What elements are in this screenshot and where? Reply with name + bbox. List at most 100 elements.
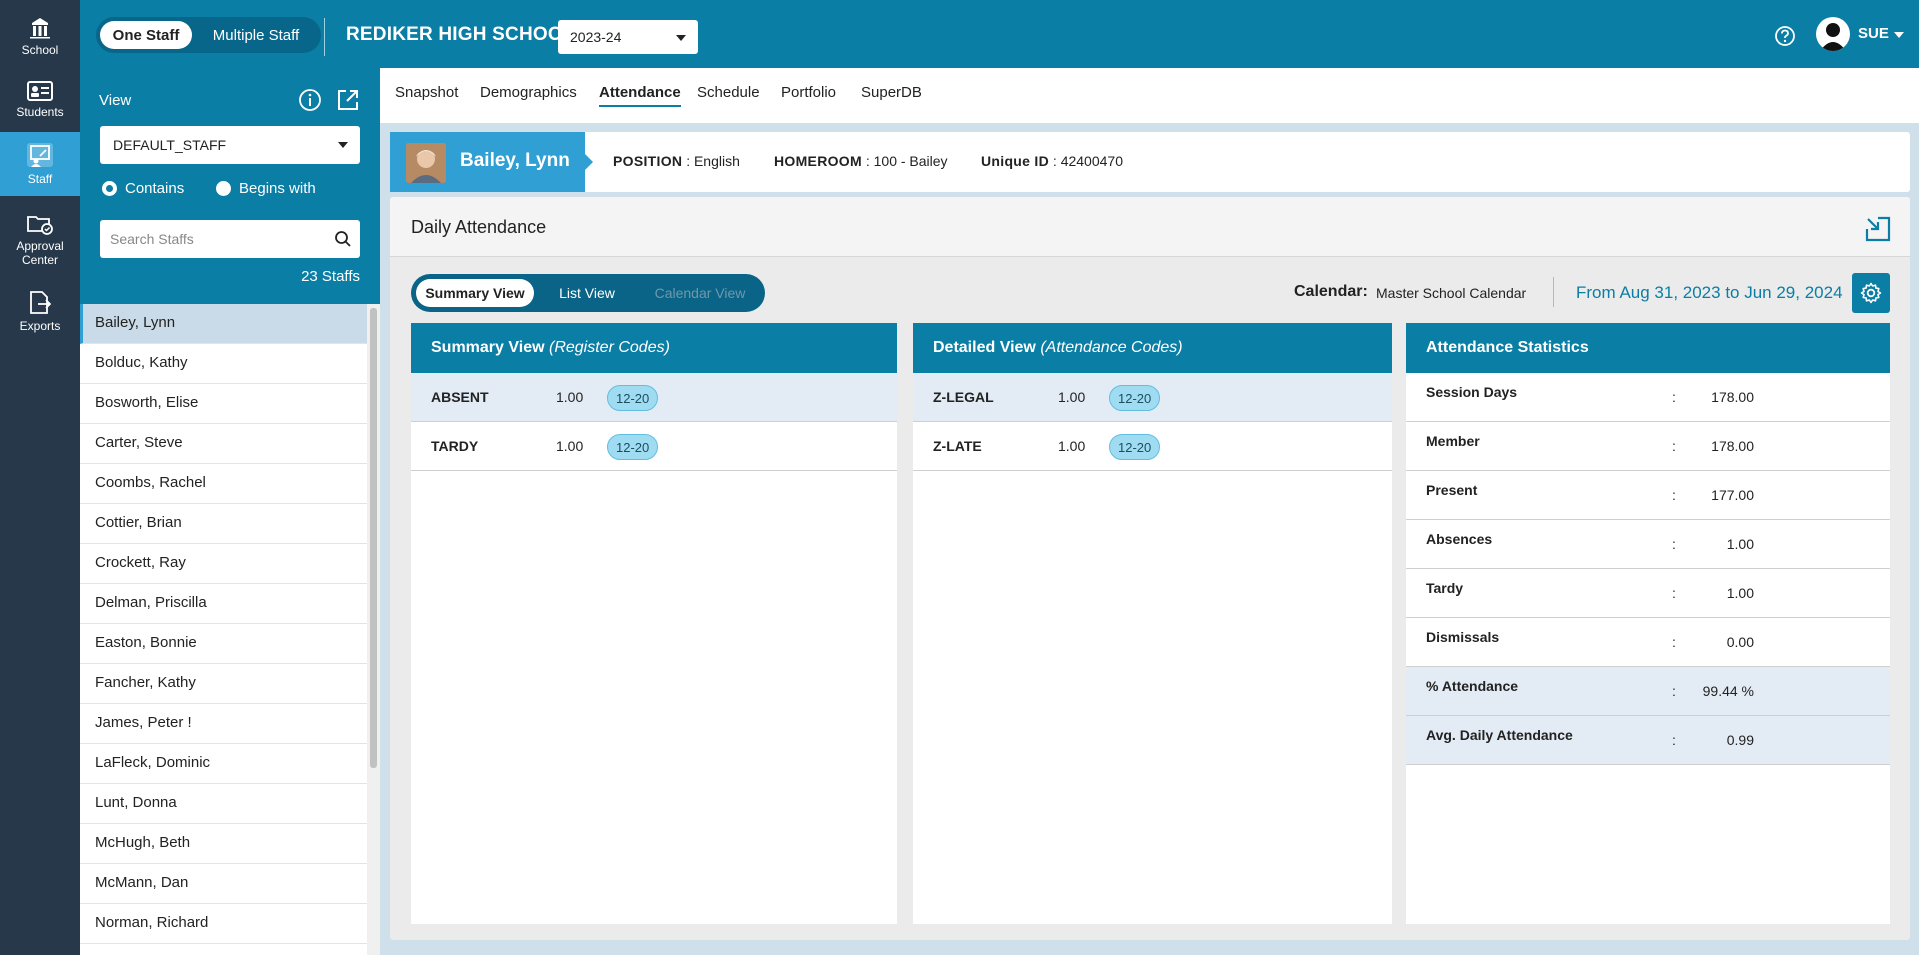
rail-approval-center[interactable]: Approval Center bbox=[0, 205, 80, 275]
info-icon[interactable] bbox=[298, 88, 322, 112]
staff-profile-strip: Bailey, Lynn POSITION : English HOMEROOM… bbox=[390, 132, 1910, 192]
tab-snapshot[interactable]: Snapshot bbox=[395, 84, 458, 105]
rail-label: Students bbox=[16, 105, 64, 119]
table-row[interactable]: ABSENT 1.00 12-20 bbox=[411, 373, 897, 422]
pane-header: Summary View (Register Codes) bbox=[411, 323, 897, 373]
scrollbar-thumb[interactable] bbox=[370, 308, 377, 768]
list-item[interactable]: Bailey, Lynn bbox=[80, 304, 367, 344]
list-item[interactable]: Easton, Bonnie bbox=[80, 624, 367, 664]
radio-contains[interactable]: Contains bbox=[102, 180, 184, 197]
stat-colon: : bbox=[1672, 487, 1676, 503]
gear-icon bbox=[1860, 282, 1882, 304]
stat-colon: : bbox=[1672, 683, 1676, 699]
list-item[interactable]: Fancher, Kathy bbox=[80, 664, 367, 704]
list-item[interactable]: Carter, Steve bbox=[80, 424, 367, 464]
position-field: POSITION : English bbox=[613, 153, 740, 169]
rail-label: School bbox=[21, 43, 59, 57]
position-label: POSITION bbox=[613, 153, 683, 169]
popout-icon[interactable] bbox=[336, 88, 360, 112]
list-item[interactable]: Crockett, Ray bbox=[80, 544, 367, 584]
year-select[interactable]: 2023-24 bbox=[558, 20, 698, 54]
table-row[interactable]: TARDY 1.00 12-20 bbox=[411, 422, 897, 471]
left-rail: School Students Staff Approval Center Ex… bbox=[0, 0, 80, 955]
chevron-down-icon bbox=[676, 35, 686, 41]
staff-name: Bailey, Lynn bbox=[460, 150, 570, 171]
list-item[interactable]: LaFleck, Dominic bbox=[80, 744, 367, 784]
date-tag[interactable]: 12-20 bbox=[607, 434, 659, 460]
staff-name-box: Bailey, Lynn bbox=[390, 132, 593, 192]
table-row[interactable]: Z-LEGAL 1.00 12-20 bbox=[913, 373, 1392, 422]
view-select[interactable]: DEFAULT_STAFF bbox=[100, 126, 360, 164]
staff-photo bbox=[406, 143, 446, 183]
school-icon bbox=[30, 18, 50, 39]
date-tag[interactable]: 12-20 bbox=[1109, 385, 1161, 411]
stat-label: % Attendance bbox=[1426, 678, 1519, 694]
multiple-staff-button[interactable]: Multiple Staff bbox=[196, 21, 316, 49]
rail-exports[interactable]: Exports bbox=[0, 280, 80, 344]
stat-colon: : bbox=[1672, 634, 1676, 650]
list-view-button[interactable]: List View bbox=[537, 279, 637, 307]
stat-label: Avg. Daily Attendance bbox=[1426, 727, 1573, 743]
settings-button[interactable] bbox=[1852, 273, 1890, 313]
rail-staff[interactable]: Staff bbox=[0, 132, 80, 196]
detailed-view-pane: Detailed View (Attendance Codes) Z-LEGAL… bbox=[913, 323, 1392, 924]
user-menu-chevron-icon[interactable] bbox=[1894, 32, 1904, 38]
stat-colon: : bbox=[1672, 732, 1676, 748]
rail-students[interactable]: Students bbox=[0, 68, 80, 132]
view-select-value: DEFAULT_STAFF bbox=[113, 137, 227, 153]
user-name[interactable]: SUE bbox=[1858, 25, 1889, 42]
stat-row: Dismissals: 0.00 bbox=[1406, 618, 1890, 667]
year-value: 2023-24 bbox=[570, 29, 622, 45]
tab-demographics[interactable]: Demographics bbox=[480, 84, 577, 105]
list-item[interactable]: Delman, Priscilla bbox=[80, 584, 367, 624]
list-item[interactable]: Coombs, Rachel bbox=[80, 464, 367, 504]
collapse-icon[interactable] bbox=[1864, 215, 1892, 243]
divider bbox=[324, 18, 325, 56]
user-icon bbox=[1820, 23, 1846, 51]
main-tabs: Snapshot Demographics Attendance Schedul… bbox=[380, 68, 1919, 123]
list-item[interactable]: Bolduc, Kathy bbox=[80, 344, 367, 384]
position-value: : English bbox=[686, 153, 740, 169]
search-icon[interactable] bbox=[334, 230, 352, 248]
one-staff-button[interactable]: One Staff bbox=[100, 21, 192, 49]
help-icon[interactable] bbox=[1774, 25, 1796, 47]
pane-header: Attendance Statistics bbox=[1406, 323, 1890, 373]
summary-view-button[interactable]: Summary View bbox=[416, 279, 534, 307]
staff-count: 23 Staffs bbox=[301, 268, 360, 285]
list-item[interactable]: Lunt, Donna bbox=[80, 784, 367, 824]
card-title: Daily Attendance bbox=[411, 217, 547, 237]
rail-label: Approval Center bbox=[16, 239, 64, 267]
tab-schedule[interactable]: Schedule bbox=[697, 84, 760, 105]
stat-row: Absences: 1.00 bbox=[1406, 520, 1890, 569]
stat-value: 178.00 bbox=[1711, 438, 1754, 454]
tab-superdb[interactable]: SuperDB bbox=[861, 84, 922, 105]
list-item[interactable]: Bosworth, Elise bbox=[80, 384, 367, 424]
rail-school[interactable]: School bbox=[0, 5, 80, 69]
register-code: TARDY bbox=[431, 438, 479, 454]
radio-label: Contains bbox=[125, 180, 185, 197]
avatar[interactable] bbox=[1816, 17, 1850, 51]
tab-attendance[interactable]: Attendance bbox=[599, 84, 681, 107]
date-tag[interactable]: 12-20 bbox=[1109, 434, 1161, 460]
tab-portfolio[interactable]: Portfolio bbox=[781, 84, 836, 105]
list-item[interactable]: Cottier, Brian bbox=[80, 504, 367, 544]
stat-value: 1.00 bbox=[1726, 536, 1754, 552]
stat-value: 1.00 bbox=[1726, 585, 1754, 601]
list-item[interactable]: James, Peter ! bbox=[80, 704, 367, 744]
radio-begins-with[interactable]: Begins with bbox=[216, 180, 316, 197]
scrollbar[interactable] bbox=[367, 304, 380, 955]
list-item[interactable]: Norman, Richard bbox=[80, 904, 367, 944]
list-item[interactable]: McHugh, Beth bbox=[80, 824, 367, 864]
search-staff-input[interactable] bbox=[100, 220, 360, 258]
pane-title: Summary View bbox=[431, 339, 545, 356]
list-item[interactable]: McMann, Dan bbox=[80, 864, 367, 904]
radio-label: Begins with bbox=[239, 180, 316, 197]
attendance-code: Z-LEGAL bbox=[933, 389, 994, 405]
date-tag[interactable]: 12-20 bbox=[607, 385, 659, 411]
code-value: 1.00 bbox=[556, 438, 584, 454]
radio-selected-icon bbox=[102, 181, 117, 196]
calendar-value: Master School Calendar bbox=[1376, 285, 1527, 301]
date-range[interactable]: From Aug 31, 2023 to Jun 29, 2024 bbox=[1576, 283, 1843, 303]
attendance-statistics-pane: Attendance Statistics Session Days: 178.0… bbox=[1406, 323, 1890, 924]
table-row[interactable]: Z-LATE 1.00 12-20 bbox=[913, 422, 1392, 471]
